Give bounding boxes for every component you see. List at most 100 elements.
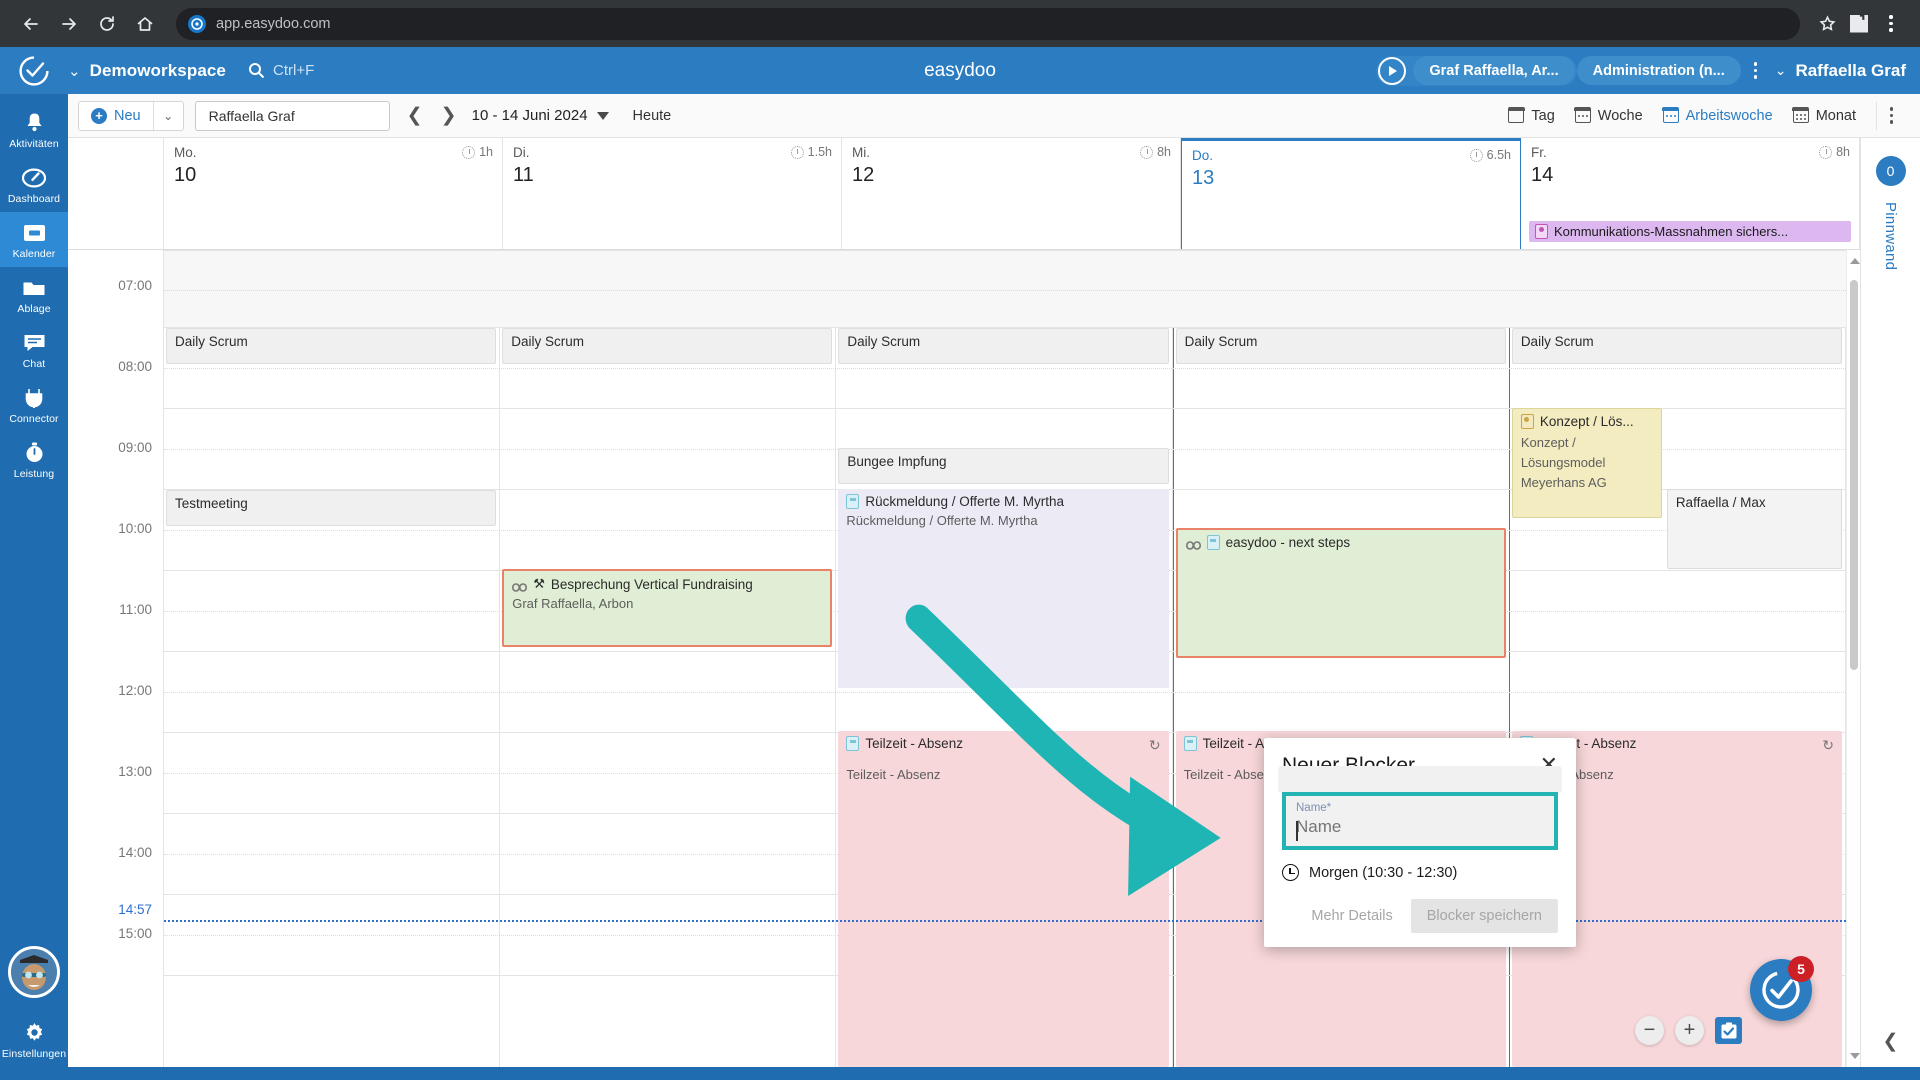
- scrollbar-thumb[interactable]: [1850, 280, 1858, 670]
- next-period-button[interactable]: ❯: [432, 99, 466, 133]
- day-column-di[interactable]: Daily Scrum ⚒ Besprechung Vertical Fundr…: [500, 250, 837, 1067]
- view-mode-arbeitswoche[interactable]: Arbeitswoche: [1662, 107, 1773, 124]
- view-mode-group: Tag Woche Arbeitswoche Monat: [1507, 101, 1910, 130]
- date-range-label: 10 - 14 Juni 2024: [471, 107, 588, 124]
- toolbar-overflow-menu-icon[interactable]: [1876, 101, 1906, 130]
- browser-menu-icon[interactable]: [1876, 9, 1906, 39]
- save-blocker-button[interactable]: Blocker speichern: [1410, 899, 1558, 933]
- day-header-fr[interactable]: Fr. 14 8h Kommunikations-Massnahmen sich…: [1521, 138, 1860, 249]
- clock-icon: [1140, 145, 1154, 159]
- event-title-row: Rückmeldung / Offerte M. Myrtha: [846, 494, 1160, 509]
- search-icon: [248, 62, 265, 79]
- new-button-group[interactable]: + Neu ⌄: [78, 100, 184, 131]
- day-column-mo[interactable]: Daily Scrum Testmeeting: [164, 250, 501, 1067]
- workspace-name[interactable]: Demoworkspace: [90, 61, 226, 81]
- current-time-indicator: [164, 920, 1846, 922]
- avatar[interactable]: [8, 946, 60, 998]
- reload-button[interactable]: [90, 7, 124, 41]
- name-input[interactable]: [1296, 817, 1544, 837]
- event-besprechung-vertical-fundraising[interactable]: ⚒ Besprechung Vertical Fundraising Graf …: [502, 569, 833, 647]
- view-mode-tag[interactable]: Tag: [1507, 107, 1555, 124]
- forward-button[interactable]: [52, 7, 86, 41]
- event-testmeeting[interactable]: Testmeeting: [166, 490, 497, 526]
- sidebar-item-einstellungen[interactable]: Einstellungen: [0, 1012, 68, 1067]
- sidebar-label: Chat: [22, 358, 46, 370]
- sidebar-item-connector[interactable]: Connector: [0, 377, 68, 432]
- calendar-scrollbar[interactable]: [1846, 250, 1860, 1067]
- event-teilzeit-absenz[interactable]: Teilzeit - Absenz ↻ Teilzeit - Absenz: [838, 731, 1169, 1067]
- os-taskbar-strip: [0, 1067, 1920, 1080]
- active-timer-pill[interactable]: Graf Raffaella, Ar...: [1376, 55, 1577, 86]
- event-daily-scrum[interactable]: Daily Scrum: [1175, 328, 1506, 364]
- bell-icon: [25, 111, 44, 134]
- task-toggle-icon[interactable]: [1715, 1017, 1742, 1044]
- person-filter-select[interactable]: Raffaella Graf: [194, 100, 390, 131]
- view-mode-monat[interactable]: Monat: [1792, 107, 1856, 124]
- sidebar-label: Dashboard: [7, 193, 61, 205]
- event-daily-scrum[interactable]: Daily Scrum: [166, 328, 497, 364]
- event-title: Daily Scrum: [847, 334, 921, 349]
- day-name: Do.: [1192, 148, 1214, 163]
- sidebar-item-ablage[interactable]: Ablage: [0, 267, 68, 322]
- collapse-panel-icon[interactable]: ❮: [1883, 1030, 1899, 1053]
- day-header-mo[interactable]: Mo. 10 1h: [164, 138, 503, 249]
- date-range-selector[interactable]: 10 - 14 Juni 2024: [472, 107, 609, 124]
- calendar-month-icon: [1792, 107, 1810, 123]
- pinnwand-label[interactable]: Pinnwand: [1882, 202, 1899, 270]
- easydoo-logo-icon[interactable]: [0, 55, 68, 87]
- more-details-button[interactable]: Mehr Details: [1305, 900, 1398, 932]
- day-hours-total: 6.5h: [1469, 148, 1511, 162]
- event-title: Daily Scrum: [511, 334, 584, 349]
- current-user-name[interactable]: Raffaella Graf: [1795, 61, 1906, 81]
- event-raffaella-max[interactable]: Raffaella / Max: [1666, 489, 1843, 569]
- new-dropdown-chevron-down-icon[interactable]: ⌄: [152, 101, 183, 130]
- event-konzept-loesung[interactable]: Konzept / Lös... Konzept / Lösungsmodel …: [1511, 408, 1662, 518]
- tasks-fab[interactable]: 5: [1750, 956, 1814, 1021]
- day-header-di[interactable]: Di. 11 1.5h: [503, 138, 842, 249]
- zoom-in-button[interactable]: +: [1675, 1016, 1704, 1045]
- today-button[interactable]: Heute: [633, 108, 672, 124]
- zoom-out-button[interactable]: −: [1635, 1016, 1664, 1045]
- prev-period-button[interactable]: ❮: [398, 99, 432, 133]
- scroll-up-icon[interactable]: [1850, 258, 1860, 264]
- back-button[interactable]: [14, 7, 48, 41]
- view-mode-woche[interactable]: Woche: [1574, 107, 1643, 124]
- sidebar-label: Aktivitäten: [9, 138, 59, 150]
- time-gutter: 07:00 08:00 09:00 10:00 11:00 12:00 13:0…: [68, 250, 164, 1067]
- header-overflow-menu-icon[interactable]: [1741, 62, 1771, 79]
- new-button[interactable]: + Neu: [79, 102, 153, 130]
- global-search[interactable]: Ctrl+F: [248, 62, 314, 79]
- sidebar-item-dashboard[interactable]: Dashboard: [0, 157, 68, 212]
- date-range-chevron-down-icon[interactable]: [596, 111, 609, 120]
- sidebar-item-aktivitaeten[interactable]: Aktivitäten: [0, 102, 68, 157]
- day-header-mi[interactable]: Mi. 12 8h: [842, 138, 1181, 249]
- event-daily-scrum[interactable]: Daily Scrum: [1511, 328, 1843, 364]
- address-bar[interactable]: app.easydoo.com: [176, 7, 1800, 40]
- sidebar-item-kalender[interactable]: Kalender: [0, 212, 68, 267]
- event-daily-scrum[interactable]: Daily Scrum: [502, 328, 833, 364]
- main-content: + Neu ⌄ Raffaella Graf ❮ ❯ 10 - 14 Juni …: [68, 94, 1920, 1067]
- scroll-down-icon[interactable]: [1850, 1053, 1860, 1059]
- calendar-week-icon: [1574, 107, 1592, 123]
- timer-task-chip[interactable]: Graf Raffaella, Ar...: [1413, 56, 1575, 85]
- event-bungee-impfung[interactable]: Bungee Impfung: [838, 448, 1169, 484]
- workspace-chevron-down-icon[interactable]: ⌄: [68, 62, 81, 80]
- time-label: 08:00: [118, 359, 152, 374]
- sidebar-item-leistung[interactable]: Leistung: [0, 432, 68, 487]
- blocker-time-row[interactable]: Morgen (10:30 - 12:30): [1282, 864, 1558, 881]
- bookmark-star-icon[interactable]: [1812, 9, 1842, 39]
- home-button[interactable]: [128, 7, 162, 41]
- play-icon[interactable]: [1378, 56, 1407, 85]
- extensions-puzzle-icon[interactable]: [1844, 9, 1874, 39]
- event-rueckmeldung-offerte[interactable]: Rückmeldung / Offerte M. Myrtha Rückmeld…: [838, 489, 1169, 688]
- user-chevron-down-icon[interactable]: ⌄: [1775, 62, 1787, 79]
- event-daily-scrum[interactable]: Daily Scrum: [838, 328, 1169, 364]
- day-column-mi[interactable]: Daily Scrum Bungee Impfung Rückmeldung /…: [836, 250, 1173, 1067]
- all-day-event[interactable]: Kommunikations-Massnahmen sichers...: [1529, 221, 1851, 242]
- sidebar-item-chat[interactable]: Chat: [0, 322, 68, 377]
- event-title: Rückmeldung / Offerte M. Myrtha: [865, 494, 1064, 509]
- event-easydoo-next-steps[interactable]: easydoo - next steps: [1175, 528, 1506, 658]
- name-field-wrapper[interactable]: Name*: [1282, 792, 1558, 850]
- admin-context-chip[interactable]: Administration (n...: [1576, 56, 1741, 85]
- day-header-do[interactable]: Do. 13 6.5h: [1181, 138, 1521, 249]
